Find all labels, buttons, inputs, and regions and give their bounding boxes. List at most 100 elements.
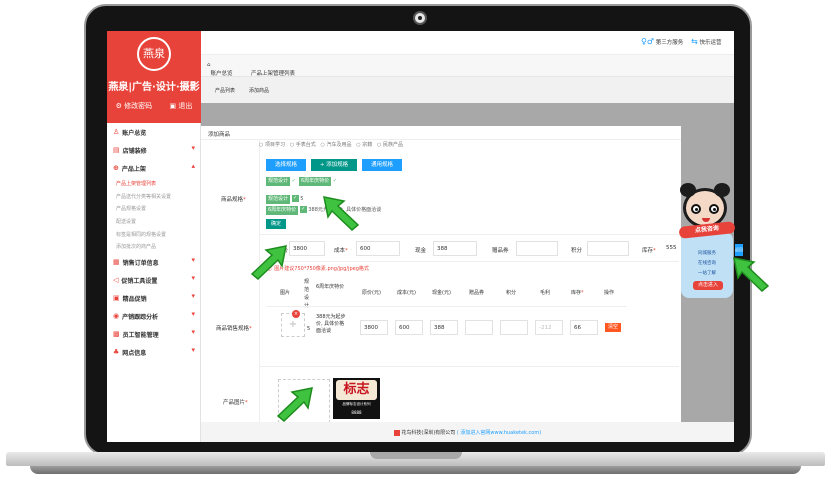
- device-stage: 燕泉 燕泉|广告·设计·摄影 ⚙ 修改密码 ▣ 退出 ♙ 账户总览 ▤ 店铺装修 ▾ …: [0, 0, 831, 484]
- table-header: 毛利: [540, 290, 551, 296]
- chevron-down-icon: ▾: [191, 292, 195, 301]
- sales-spec-label: 商品销售规格*: [216, 326, 252, 332]
- sidebar-item-sales-orders[interactable]: ▦ 销售订单信息 ▾: [107, 253, 201, 271]
- check-icon: ✓: [332, 178, 337, 184]
- sidebar-subitem[interactable]: 产品送代分类等相关设置: [107, 190, 201, 203]
- original-price-input[interactable]: 3800: [289, 241, 325, 256]
- megaphone-icon: ◁: [113, 276, 119, 285]
- confirm-button[interactable]: 确定: [266, 219, 286, 229]
- mascot-enter-button[interactable]: 点击进入: [693, 281, 723, 290]
- table-header: 积分: [506, 290, 517, 296]
- category-radio-group[interactable]: ○ 项目学习 ○ 手表台式 ○ 汽车及用品 ○ 宗籍 ○ 民族产品: [259, 141, 403, 148]
- laptop-base: [0, 452, 831, 480]
- people-icon: ♀♂: [641, 37, 655, 46]
- sidebar-item-staff[interactable]: ▩ 员工智能管理 ▾: [107, 325, 201, 343]
- checkbox[interactable]: ✓: [299, 206, 307, 213]
- top-bar: ♀♂ 第三方服务 ⇆ 快乐运营: [201, 31, 734, 55]
- points-input[interactable]: [587, 241, 629, 256]
- table-header: 库存*: [571, 290, 584, 296]
- table-header: 6周年庆特价: [316, 284, 345, 290]
- logout-link[interactable]: ▣ 退出: [169, 101, 192, 111]
- chevron-down-icon: ▾: [191, 310, 195, 319]
- sidebar-subitem[interactable]: 产品规格设置: [107, 202, 201, 215]
- sidebar-subitem[interactable]: 添加批次的商产品: [107, 240, 201, 253]
- chevron-down-icon: ▾: [191, 256, 195, 265]
- row-clear-button[interactable]: 清空: [605, 323, 621, 332]
- row-points-input[interactable]: [500, 320, 528, 335]
- table-header: 操作: [604, 290, 615, 296]
- add-spec-button[interactable]: + 添加规格: [311, 159, 357, 171]
- tab-product-list[interactable]: 产品列表: [215, 87, 235, 94]
- row-stock-input[interactable]: 66: [570, 320, 598, 335]
- cash-input[interactable]: 388: [433, 241, 477, 256]
- spec-tags-row: 规范设计 ✓ 6周年庆特价 ✓: [266, 177, 337, 186]
- tab-home[interactable]: ⌂ 账户总览: [207, 62, 233, 77]
- row-cash-input[interactable]: 388: [430, 320, 458, 335]
- select-spec-button[interactable]: 选择规格: [266, 159, 306, 171]
- more-services-link[interactable]: ⇆ 快乐运营: [691, 37, 721, 46]
- spec-row-1: 规范设计 ✓ 5: [266, 195, 304, 204]
- row-cost-input[interactable]: 600: [395, 320, 423, 335]
- close-icon[interactable]: ×: [251, 69, 256, 75]
- common-spec-button[interactable]: 通用规格: [362, 159, 402, 171]
- staff-icon: ▩: [113, 330, 120, 339]
- arrow-pointer-icon: [733, 257, 770, 293]
- brand-logo: 燕泉: [137, 37, 171, 71]
- footer-link[interactable]: ( 添加进入官网www.huaketek.com): [457, 430, 541, 436]
- sidebar-subitem[interactable]: 配送设置: [107, 215, 201, 228]
- list-icon: ▦: [113, 258, 120, 267]
- cost-input[interactable]: 600: [356, 241, 400, 256]
- row-profit-input[interactable]: -212: [535, 320, 563, 335]
- spec-tag[interactable]: 规范设计: [266, 177, 291, 186]
- product-image-thumb[interactable]: 标志 品牌标志设计系列 8888: [333, 378, 380, 419]
- chevron-down-icon: ▾: [191, 328, 195, 337]
- tab-add-product[interactable]: 添加商品: [249, 87, 269, 94]
- points-label: 积分: [571, 248, 583, 254]
- product-image-label: 产品图片*: [223, 400, 248, 406]
- sidebar-subitem[interactable]: 产品上架管理列表: [107, 177, 201, 190]
- sub-tabs: 产品列表 添加商品: [201, 77, 734, 103]
- webcam-icon: [413, 11, 427, 25]
- spec-tag[interactable]: 6周年庆特价: [299, 177, 332, 186]
- chevron-up-icon: ▴: [191, 162, 195, 170]
- sidebar-item-account[interactable]: ♙ 账户总览: [107, 123, 201, 141]
- store-icon: ▤: [113, 146, 120, 154]
- sidebar-item-products[interactable]: ⊕ 产品上架 ▴: [107, 159, 201, 177]
- sidebar: 燕泉 燕泉|广告·设计·摄影 ⚙ 修改密码 ▣ 退出 ♙ 账户总览 ▤ 店铺装修 ▾ …: [107, 31, 201, 442]
- table-header: 现金(元): [432, 290, 451, 296]
- spec-label: 商品规格*: [221, 197, 246, 203]
- checkbox[interactable]: ✓: [291, 195, 299, 202]
- row-image-upload[interactable]: + ×: [281, 310, 305, 337]
- tab-bar: ⌂ 账户总览 产品上架管理列表 ×: [201, 55, 734, 77]
- gift-icon: ▣: [113, 294, 120, 303]
- arrow-pointer-icon: [323, 196, 360, 232]
- sidebar-item-store[interactable]: ▤ 店铺装修 ▾: [107, 141, 201, 159]
- chevron-down-icon: ▾: [191, 346, 195, 355]
- remove-icon[interactable]: ×: [292, 310, 300, 318]
- coupon-input[interactable]: [516, 241, 558, 256]
- chart-icon: ◉: [113, 312, 120, 321]
- table-header: 原价(元): [362, 290, 381, 296]
- sidebar-item-coupons[interactable]: ▣ 精品促销 ▾: [107, 289, 201, 307]
- chevron-down-icon: ▾: [191, 274, 195, 283]
- network-icon: ♣: [113, 348, 120, 357]
- arrow-pointer-icon: [250, 245, 287, 281]
- sidebar-item-branch[interactable]: ♣ 网点信息 ▾: [107, 343, 201, 361]
- row-original-input[interactable]: 3800: [360, 320, 388, 335]
- check-icon: ✓: [291, 178, 296, 184]
- stock-label: 库存*: [642, 248, 656, 254]
- globe-icon: ⊕: [113, 164, 119, 172]
- third-party-service-link[interactable]: ♀♂ 第三方服务: [641, 37, 683, 46]
- change-password-link[interactable]: ⚙ 修改密码: [116, 101, 153, 111]
- table-header: 赠品券: [469, 290, 485, 296]
- sidebar-item-analytics[interactable]: ◉ 产销跟踪分析 ▾: [107, 307, 201, 325]
- table-header: 成本(元): [397, 290, 416, 296]
- cost-label: 成本*: [334, 248, 348, 254]
- sidebar-subitem[interactable]: 标签是相同的规格设置: [107, 228, 201, 241]
- overlay-band: [201, 103, 734, 126]
- main-area: ♀♂ 第三方服务 ⇆ 快乐运营 ⌂ 账户总览 产品上架管理列表 × 产品列表 添…: [201, 31, 734, 442]
- arrow-pointer-icon: [276, 387, 313, 423]
- sidebar-item-promo-tools[interactable]: ◁ 促销工具设置 ▾: [107, 271, 201, 289]
- row-coupon-input[interactable]: [465, 320, 493, 335]
- content-title: 添加商品: [201, 126, 734, 140]
